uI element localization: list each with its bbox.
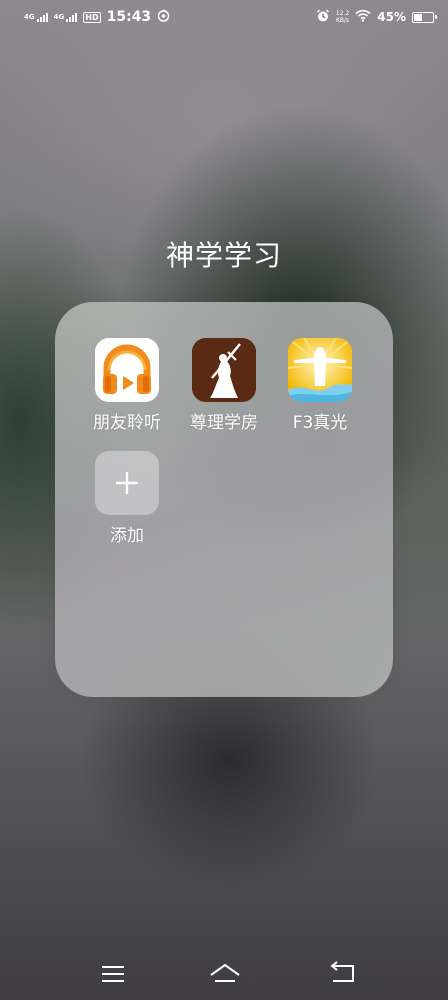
add-app-button[interactable]: 添加 [77, 451, 177, 546]
christ-statue-icon [288, 338, 352, 402]
back-button[interactable] [327, 961, 357, 987]
network-speed: 12.2 KB/s [336, 10, 349, 24]
app-label: F3真光 [292, 413, 348, 433]
folder-panel: 朋友聆听 尊理学房 F3真光 添加 [55, 302, 393, 697]
status-right: 12.2 KB/s 45% [316, 9, 437, 26]
folder-title[interactable]: 神学学习 [0, 234, 448, 274]
network-type-2: 4G [53, 12, 65, 21]
clock: 15:43 [106, 9, 152, 25]
home-icon [210, 963, 240, 982]
back-icon [330, 961, 354, 982]
battery-level [414, 13, 422, 21]
headphones-icon [95, 338, 159, 402]
network-speed-unit: KB/s [335, 17, 350, 24]
menu-icon [102, 966, 124, 982]
signal-2-icon: 4G [53, 12, 78, 22]
app-label: 尊理学房 [190, 413, 258, 433]
network-type-1: 4G [24, 12, 35, 21]
status-left: 4G 4G HD 15:43 [24, 9, 170, 25]
wifi-icon [355, 9, 371, 25]
alarm-icon [316, 9, 330, 26]
signal-1-icon: 4G [24, 12, 48, 22]
status-bar: 4G 4G HD 15:43 12.2 KB/s 45% [0, 0, 448, 34]
home-button[interactable] [209, 961, 240, 987]
hd-voice-icon: HD [83, 11, 101, 23]
menu-button[interactable] [98, 961, 128, 987]
plus-icon [95, 451, 159, 515]
battery-icon [412, 11, 437, 23]
network-speed-value: 12.2 [335, 10, 350, 17]
navigation-bar [0, 955, 448, 995]
app-zunli-study[interactable]: 尊理学房 [174, 338, 274, 433]
app-f3-true-light[interactable]: F3真光 [270, 338, 370, 433]
app-label: 添加 [110, 526, 144, 546]
battery-percent: 45% [377, 10, 406, 24]
app-friend-listen[interactable]: 朋友聆听 [77, 338, 177, 433]
notification-icon [157, 9, 170, 25]
figure-with-cross-icon [192, 338, 256, 402]
app-label: 朋友聆听 [93, 413, 161, 433]
